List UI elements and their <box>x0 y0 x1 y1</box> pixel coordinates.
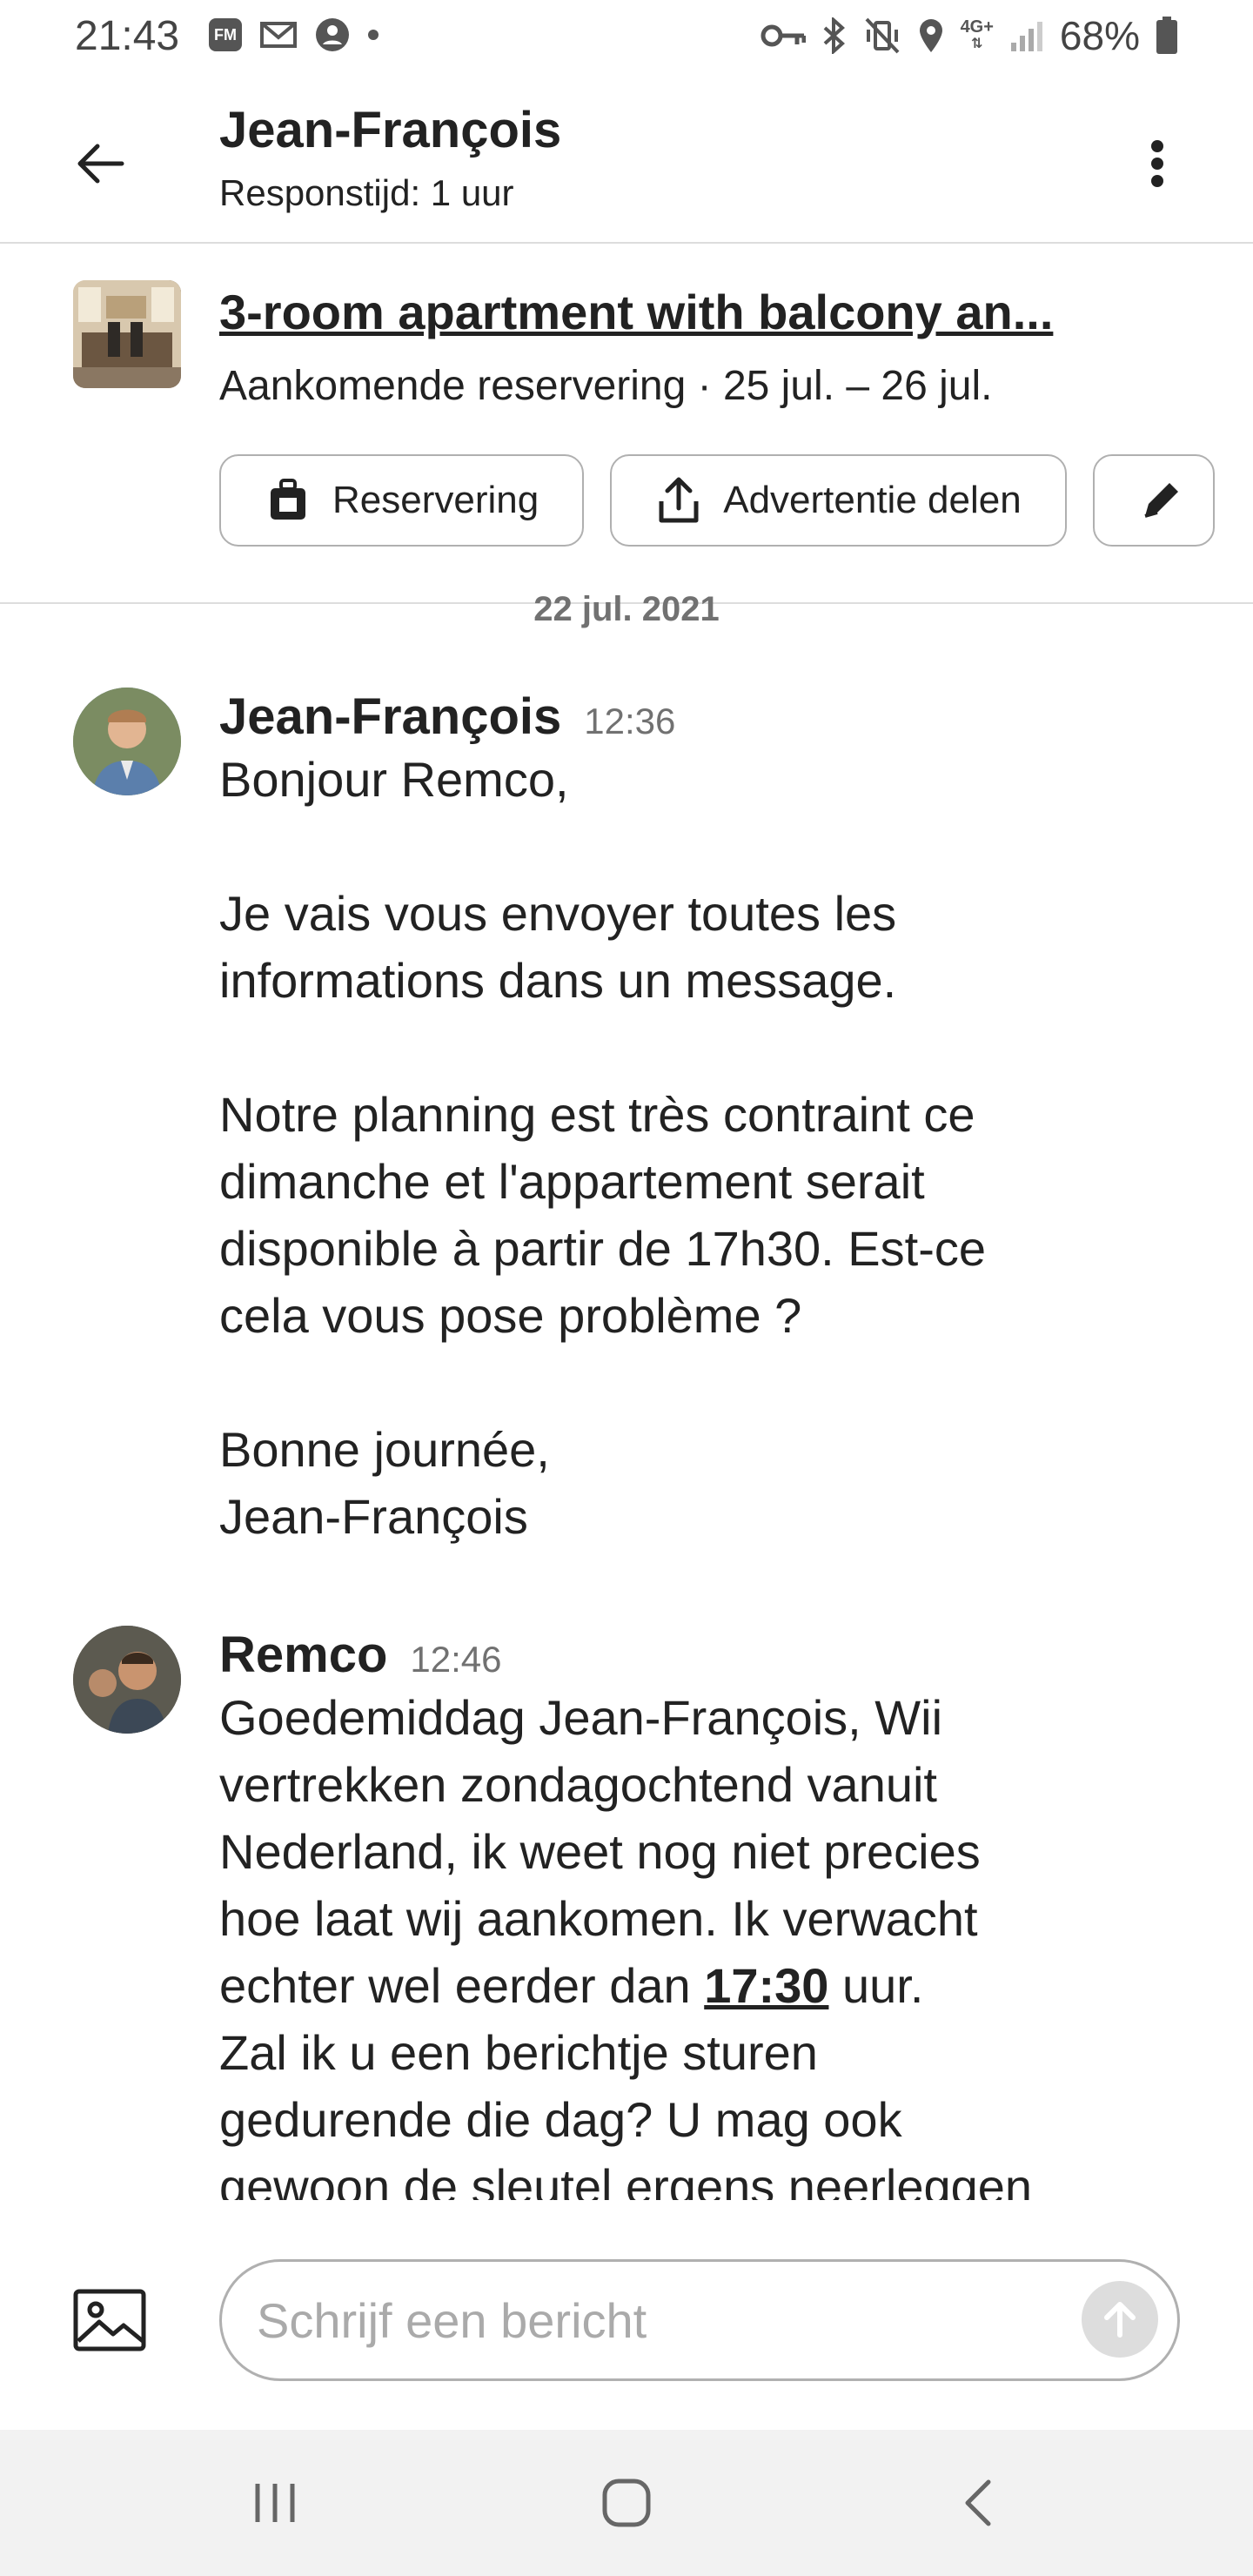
recent-apps-button[interactable] <box>223 2461 327 2545</box>
message-time: 12:36 <box>584 701 676 741</box>
system-back-button[interactable] <box>926 2461 1030 2545</box>
luggage-icon <box>266 479 310 522</box>
status-bar: 21:43 FM 4G+ ⇅ 68% <box>0 0 1253 77</box>
message-input-placeholder: Schrijf een bericht <box>257 2292 647 2348</box>
battery-percent: 68% <box>1059 13 1140 58</box>
message-text: Bonjour Remco, Je vais vous envoyer tout… <box>219 752 986 1544</box>
image-icon <box>73 2289 146 2351</box>
location-icon <box>917 17 945 54</box>
bluetooth-icon <box>821 17 848 54</box>
message-remco: Remco 12:46 Goedemiddag Jean-François, W… <box>219 1626 1220 2200</box>
status-right-icons: 4G+ ⇅ 68% <box>761 12 1178 59</box>
vibrate-icon <box>863 17 901 54</box>
share-listing-button-label: Advertentie delen <box>723 479 1022 521</box>
message-sender: Remco <box>219 1627 388 1683</box>
date-separator: 22 jul. 2021 <box>533 590 720 628</box>
listing-card: 3-room apartment with balcony an... Aank… <box>0 244 1253 604</box>
reservation-button[interactable]: Reservering <box>219 454 585 547</box>
message-sender: Jean-François <box>219 688 562 745</box>
add-photo-button[interactable] <box>73 2287 146 2353</box>
gmail-icon <box>259 20 298 50</box>
avatar[interactable] <box>73 688 181 795</box>
reservation-button-label: Reservering <box>332 479 539 521</box>
network-4g-icon: 4G+ ⇅ <box>960 17 994 51</box>
home-icon <box>602 2479 651 2527</box>
listing-actions: Reservering Advertentie delen <box>219 454 1215 547</box>
fm-icon: FM <box>209 18 242 51</box>
conversation-header: Jean-François Responstijd: 1 uur <box>0 77 1253 244</box>
message-time: 12:46 <box>410 1639 502 1680</box>
home-button[interactable] <box>574 2461 679 2545</box>
signal-icon <box>1009 18 1044 53</box>
message-text: Goedemiddag Jean-François, Wii vertrekke… <box>219 1684 1220 2200</box>
arrow-up-icon <box>1104 2302 1136 2338</box>
edit-button[interactable] <box>1092 454 1215 547</box>
chevron-left-icon <box>965 2479 991 2526</box>
share-listing-button[interactable]: Advertentie delen <box>610 454 1067 547</box>
listing-thumbnail[interactable] <box>73 280 181 388</box>
host-name[interactable]: Jean-François <box>219 101 561 159</box>
listing-title-link[interactable]: 3-room apartment with balcony an... <box>219 284 1053 340</box>
avatar[interactable] <box>73 1626 181 1734</box>
pencil-icon <box>1140 480 1182 521</box>
response-time: Responstijd: 1 uur <box>219 172 514 213</box>
more-vertical-icon <box>1151 140 1163 187</box>
arrow-left-icon <box>77 144 124 184</box>
dot-icon <box>367 29 379 41</box>
more-options-button[interactable] <box>1122 129 1192 198</box>
system-nav-bar <box>0 2430 1253 2576</box>
status-left-icons: FM <box>209 17 379 52</box>
reservation-dates: Aankomende reservering · 25 jul. – 26 ju… <box>219 363 993 409</box>
battery-icon <box>1156 17 1178 55</box>
time-link[interactable]: 17:30 <box>704 1958 828 2013</box>
status-time: 21:43 <box>75 13 180 59</box>
message-jean-francois: Jean-François 12:36 Bonjour Remco, Je va… <box>219 688 1220 1550</box>
message-input[interactable]: Schrijf een bericht <box>219 2259 1180 2381</box>
account-icon <box>315 17 350 52</box>
message-composer: Schrijf een bericht <box>0 2200 1253 2430</box>
recent-apps-icon <box>255 2484 295 2522</box>
share-icon <box>657 477 700 524</box>
vpn-key-icon <box>761 23 806 49</box>
back-button[interactable] <box>66 129 136 198</box>
send-button[interactable] <box>1082 2281 1158 2358</box>
